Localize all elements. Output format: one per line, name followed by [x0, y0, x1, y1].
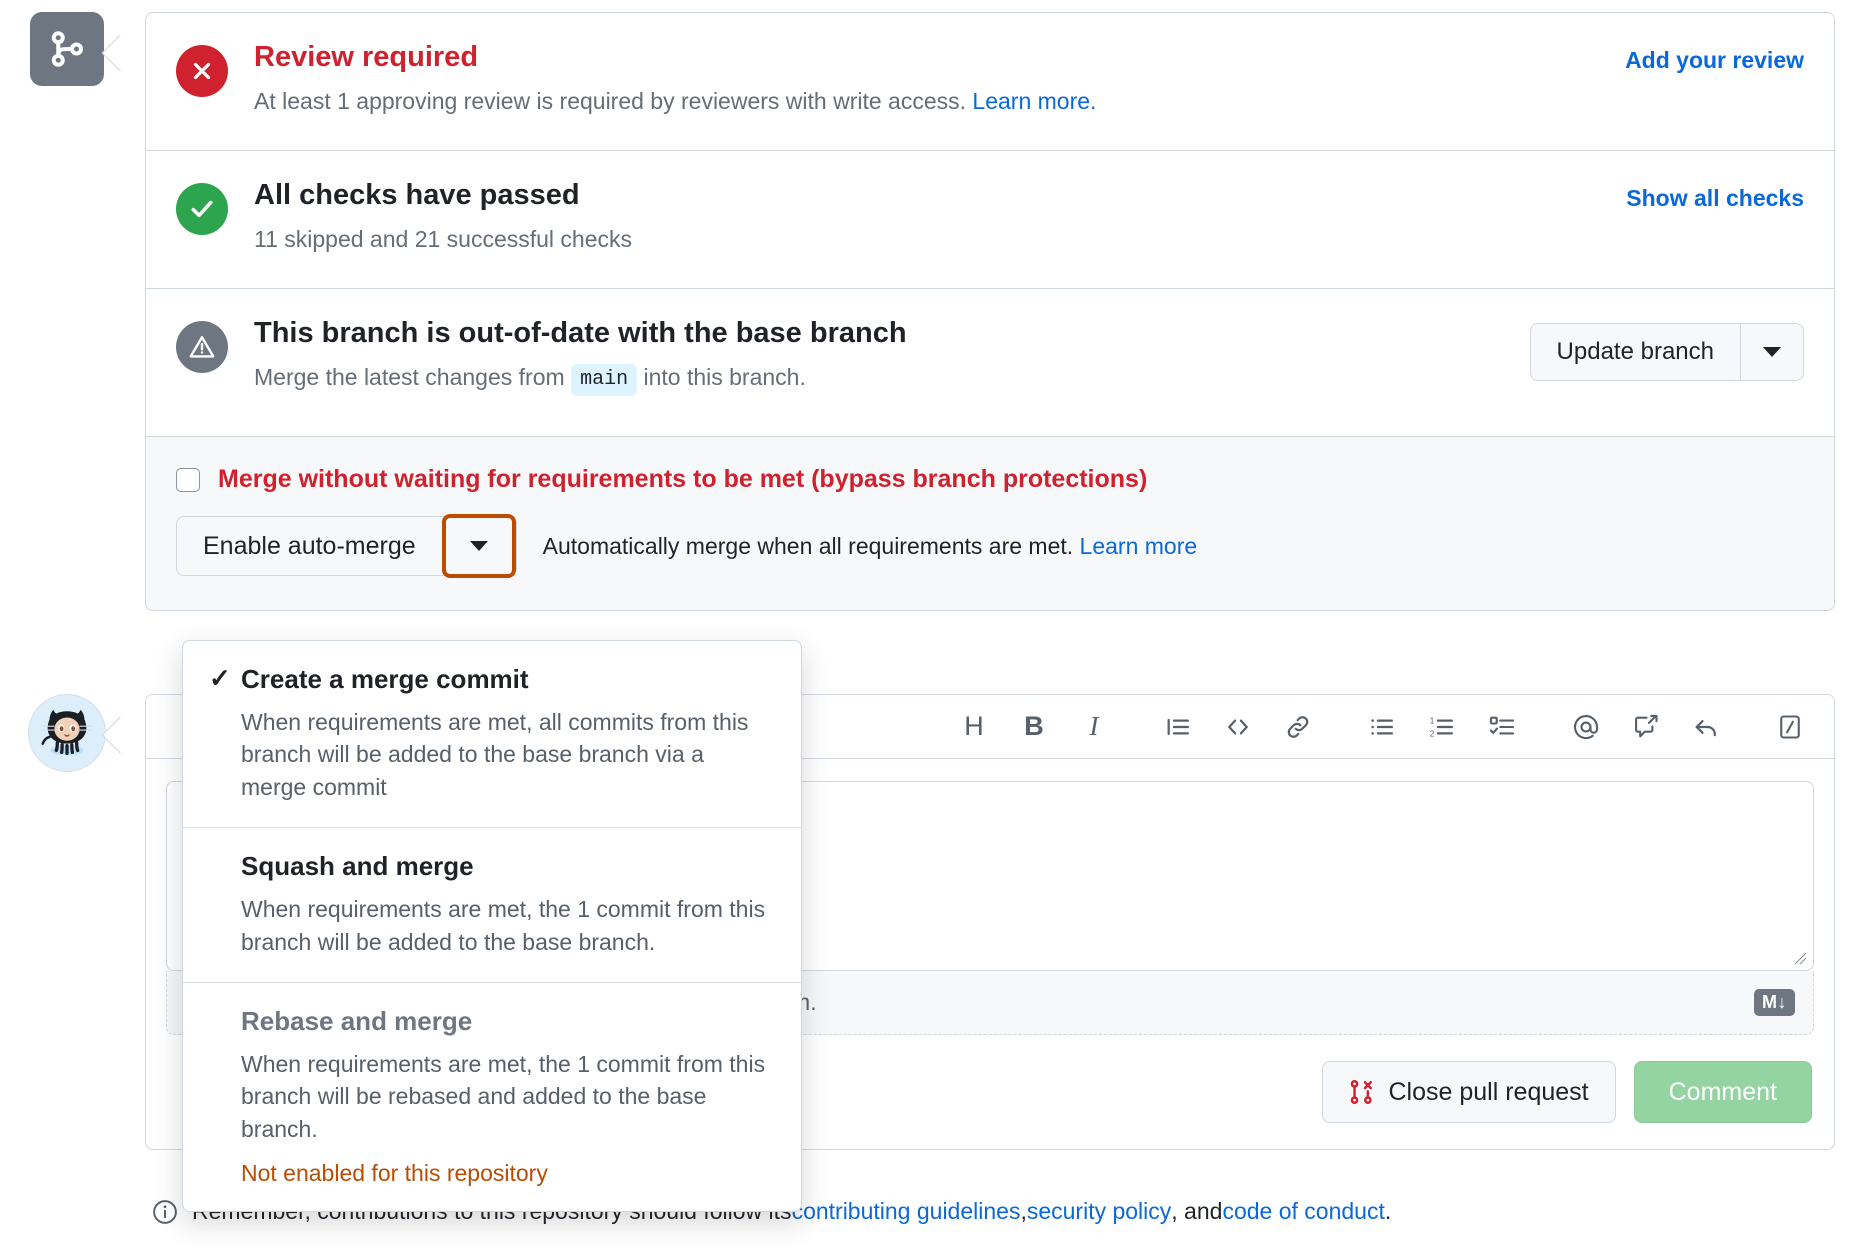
update-branch-split-button[interactable]: Update branch — [1530, 323, 1804, 381]
avatar — [28, 694, 106, 772]
dropdown-item-header: Rebase and merge — [209, 1005, 775, 1038]
update-branch-action: Update branch — [1530, 323, 1804, 381]
x-circle-icon — [176, 45, 228, 97]
status-subtitle: 11 skipped and 21 successful checks — [254, 223, 1602, 256]
svg-text:1: 1 — [1430, 716, 1435, 725]
dropdown-item-squash-and-merge[interactable]: Squash and merge When requirements are m… — [183, 828, 801, 983]
base-branch-chip: main — [571, 364, 637, 396]
show-all-checks-link[interactable]: Show all checks — [1626, 185, 1804, 211]
git-merge-icon — [30, 12, 104, 86]
bypass-and-automerge-row: Merge without waiting for requirements t… — [146, 437, 1834, 610]
status-subtitle-pre: Merge the latest changes from — [254, 364, 571, 390]
status-subtitle: Merge the latest changes from main into … — [254, 361, 1506, 396]
footer-end: . — [1385, 1198, 1391, 1225]
unordered-list-icon[interactable] — [1354, 703, 1410, 751]
dropdown-item-label: Create a merge commit — [241, 663, 529, 696]
ordered-list-icon[interactable]: 1 2 — [1414, 703, 1470, 751]
bypass-checkbox-row[interactable]: Merge without waiting for requirements t… — [176, 465, 1804, 494]
dropdown-item-header: Squash and merge — [209, 850, 775, 883]
security-policy-link[interactable]: security policy — [1027, 1198, 1171, 1225]
pull-request-closed-icon — [1349, 1079, 1375, 1105]
code-of-conduct-link[interactable]: code of conduct — [1222, 1198, 1384, 1225]
enable-auto-merge-split-button[interactable]: Enable auto-merge — [176, 516, 517, 576]
dropdown-item-description: When requirements are met, the 1 commit … — [209, 1048, 775, 1146]
show-all-checks-action: Show all checks — [1626, 185, 1804, 212]
reply-icon[interactable] — [1678, 703, 1734, 751]
dropdown-item-label: Squash and merge — [241, 850, 474, 883]
code-icon[interactable] — [1210, 703, 1266, 751]
add-your-review-action: Add your review — [1625, 47, 1804, 74]
merge-method-dropdown: ✓ Create a merge commit When requirement… — [182, 640, 802, 1212]
saved-reply-icon[interactable] — [1618, 703, 1674, 751]
auto-merge-dropdown-button[interactable] — [442, 514, 516, 578]
svg-text:2: 2 — [1430, 729, 1435, 738]
merge-status-box: Review required At least 1 approving rev… — [145, 12, 1835, 611]
bold-icon[interactable]: B — [1006, 703, 1062, 751]
comment-button-label: Comment — [1669, 1078, 1777, 1107]
status-title: All checks have passed — [254, 177, 1602, 213]
mention-icon[interactable] — [1558, 703, 1614, 751]
footer-mid2: , and — [1171, 1198, 1222, 1225]
bypass-checkbox-label[interactable]: Merge without waiting for requirements t… — [218, 465, 1147, 494]
automerge-note: Automatically merge when all requirement… — [543, 533, 1198, 560]
status-row-review-required: Review required At least 1 approving rev… — [146, 13, 1834, 151]
status-row-out-of-date: This branch is out-of-date with the base… — [146, 289, 1834, 437]
contributing-guidelines-link[interactable]: contributing guidelines — [792, 1198, 1021, 1225]
dropdown-item-label: Rebase and merge — [241, 1005, 472, 1038]
slash-command-icon[interactable] — [1762, 703, 1818, 751]
close-pull-request-button[interactable]: Close pull request — [1322, 1061, 1616, 1123]
update-branch-dropdown-button[interactable] — [1741, 324, 1803, 380]
comment-button[interactable]: Comment — [1634, 1061, 1812, 1123]
task-list-icon[interactable] — [1474, 703, 1530, 751]
status-title: This branch is out-of-date with the base… — [254, 315, 1506, 351]
dropdown-item-header: ✓ Create a merge commit — [209, 663, 775, 696]
dropdown-item-disabled-note: Not enabled for this repository — [209, 1160, 775, 1187]
status-row-checks-passed: All checks have passed 11 skipped and 21… — [146, 151, 1834, 289]
link-icon[interactable] — [1270, 703, 1326, 751]
status-title: Review required — [254, 39, 1601, 75]
resize-grip-icon[interactable] — [1791, 949, 1807, 965]
connector-arrow-comment — [102, 717, 139, 754]
chevron-down-icon — [1763, 347, 1781, 357]
update-branch-button[interactable]: Update branch — [1531, 324, 1741, 380]
quote-icon[interactable] — [1150, 703, 1206, 751]
check-circle-icon — [176, 183, 228, 235]
bypass-checkbox[interactable] — [176, 468, 200, 492]
github-merge-panel: Review required At least 1 approving rev… — [0, 0, 1860, 1254]
chevron-down-icon — [470, 541, 488, 551]
dropdown-item-description: When requirements are met, all commits f… — [209, 706, 775, 804]
enable-auto-merge-button[interactable]: Enable auto-merge — [177, 517, 442, 575]
learn-more-link[interactable]: Learn more. — [972, 88, 1096, 114]
heading-icon[interactable]: H — [946, 703, 1002, 751]
automerge-learn-more-link[interactable]: Learn more — [1080, 533, 1198, 559]
automerge-line: Enable auto-merge Automatically merge wh… — [176, 516, 1804, 576]
status-subtitle-post: into this branch. — [637, 364, 806, 390]
status-subtitle: At least 1 approving review is required … — [254, 85, 1601, 118]
close-pull-request-label: Close pull request — [1389, 1078, 1589, 1107]
status-subtitle-text: At least 1 approving review is required … — [254, 88, 972, 114]
check-icon: ✓ — [209, 663, 241, 694]
automerge-note-text: Automatically merge when all requirement… — [543, 533, 1080, 559]
markdown-icon[interactable]: M↓ — [1754, 989, 1795, 1016]
italic-icon[interactable]: I — [1066, 703, 1122, 751]
alert-triangle-icon — [176, 321, 228, 373]
dropdown-item-rebase-and-merge: Rebase and merge When requirements are m… — [183, 983, 801, 1210]
dropdown-item-create-merge-commit[interactable]: ✓ Create a merge commit When requirement… — [183, 641, 801, 828]
info-icon — [152, 1199, 178, 1225]
add-your-review-link[interactable]: Add your review — [1625, 47, 1804, 73]
connector-arrow-status — [102, 35, 139, 72]
dropdown-item-description: When requirements are met, the 1 commit … — [209, 893, 775, 958]
